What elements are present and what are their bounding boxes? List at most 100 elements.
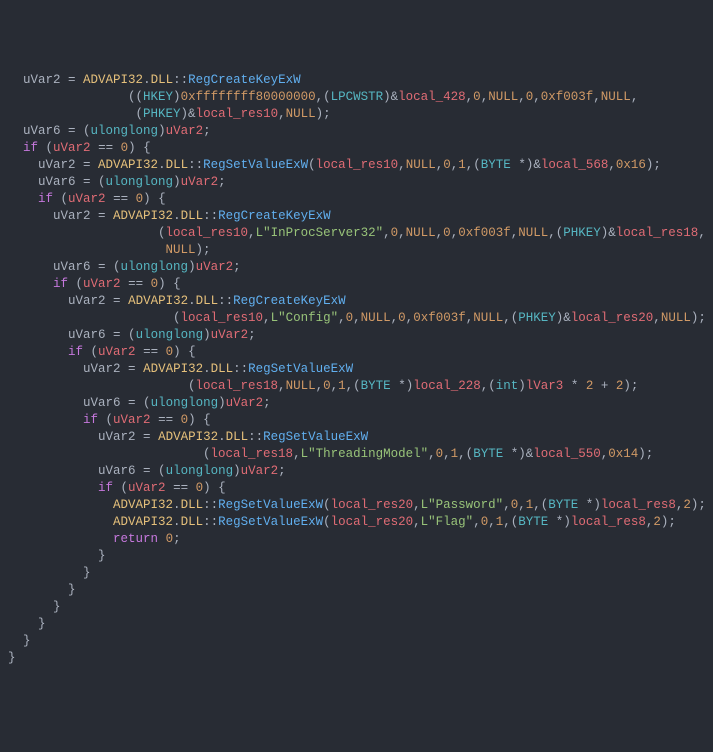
code-token: if [23,141,38,155]
code-token: if [38,192,53,206]
code-token: RegSetValueExW [263,430,368,444]
code-token: ); [316,107,331,121]
code-token: )& [601,226,616,240]
code-token: RegSetValueExW [218,515,323,529]
code-token: local_res20 [331,515,414,529]
code-token: ( [83,345,98,359]
code-token: = [83,175,91,189]
code-token: ) { [143,192,166,206]
code-token: 0 [166,345,174,359]
code-token: )& [556,311,571,325]
code-token: 0 [391,226,399,240]
code-token: :: [233,362,248,376]
code-token: NULL [286,107,316,121]
code-token: ,( [458,447,473,461]
code-token: ulonglong [136,328,204,342]
code-token: )& [383,90,398,104]
code-token: ) [158,124,166,138]
code-token: 0x16 [616,158,646,172]
code-token: BYTE [361,379,391,393]
code-token [608,379,616,393]
code-token: local_568 [541,158,609,172]
code-token: uVar2 [211,328,249,342]
code-token: } [8,600,61,614]
code-token: ulonglong [121,260,189,274]
code-token: ; [203,124,211,138]
code-token: ); [646,158,661,172]
code-token: } [8,651,16,665]
code-token: . [218,430,226,444]
code-token: ) [518,379,526,393]
code-token: ( [308,158,316,172]
code-token: } [8,634,31,648]
code-token: uVar2 [8,430,143,444]
code-token: 2 [683,498,691,512]
code-token: ( [68,277,83,291]
code-token: ); [623,379,638,393]
code-token: ( [8,107,143,121]
code-token: ADVAPI32 [113,209,173,223]
code-token: ( [91,175,106,189]
code-token: ulonglong [166,464,234,478]
code-token: , [338,311,346,325]
code-token: ADVAPI32 [98,158,158,172]
code-token: = [128,362,136,376]
code-token [158,532,166,546]
code-token [8,481,98,495]
code-token: NULL [361,311,391,325]
code-token: ( [38,141,53,155]
code-token: uVar2 [241,464,279,478]
code-token: , [413,515,421,529]
code-token: ,( [316,90,331,104]
code-token: ,( [503,515,518,529]
code-token [143,277,151,291]
code-token: DLL [211,362,234,376]
code-token: local_res18 [196,379,279,393]
code-token: ,( [466,158,481,172]
code-token: == [173,481,188,495]
code-token [121,277,129,291]
code-token: , [518,90,526,104]
code-token: * [398,379,406,393]
code-token: ; [248,328,256,342]
code-token: 0 [121,141,129,155]
code-token: RegCreateKeyExW [188,73,301,87]
code-token: 2 [653,515,661,529]
code-token: , [278,107,286,121]
code-token: uVar2 [98,345,136,359]
code-token: 0 [436,447,444,461]
code-token: = [113,328,121,342]
code-token [8,141,23,155]
code-token: local_res18 [211,447,294,461]
code-token: ) [173,175,181,189]
code-token: RegCreateKeyExW [233,294,346,308]
code-token: ,( [548,226,563,240]
code-token: ADVAPI32 [113,515,173,529]
code-token: )& [526,158,541,172]
code-token: = [113,294,121,308]
code-token: ( [151,464,166,478]
code-token: :: [203,209,218,223]
code-token: ) [563,515,571,529]
code-token: L"Password" [421,498,504,512]
code-token: local_res20 [331,498,414,512]
code-token: ; [173,532,181,546]
code-token [106,192,114,206]
code-token: = [83,158,91,172]
code-token: DLL [151,73,174,87]
code-token: if [53,277,68,291]
code-token: uVar2 [113,413,151,427]
code-token: . [203,362,211,376]
code-token: } [8,617,46,631]
code-token [8,243,166,257]
code-token: L"Config" [271,311,339,325]
code-token: NULL [488,90,518,104]
code-token: , [428,447,436,461]
code-token: 0 [196,481,204,495]
code-token: DLL [181,498,204,512]
code-token: if [98,481,113,495]
code-token: ) [233,464,241,478]
code-token: , [518,498,526,512]
code-token: , [503,498,511,512]
code-token: 1 [458,158,466,172]
